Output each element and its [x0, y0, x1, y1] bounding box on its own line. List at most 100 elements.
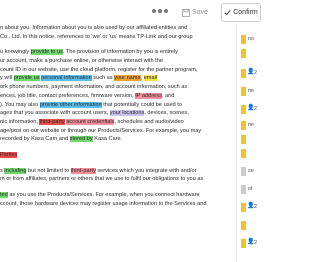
document-line: ences, job title, contact preferences, f… — [0, 92, 236, 101]
top-toolbar: Save Confirm — [0, 0, 262, 27]
document-text: y will — [0, 75, 14, 82]
annotation-marker[interactable] — [237, 220, 263, 232]
document-text: ork phone numbers, payment information, … — [0, 84, 188, 91]
document-line: ). You may also provide other informatio… — [0, 101, 236, 110]
highlighted-phrase[interactable]: account credentials — [66, 118, 115, 125]
document-line: ccount, those hardware devices may regis… — [0, 200, 236, 209]
annotation-color-swatch — [241, 149, 246, 158]
document-text: , schedules and audio/video — [114, 118, 184, 125]
document-line: m or from affiliates, partners or others… — [0, 175, 236, 184]
annotation-sidebar: no 👤 2 ne 👤 2 ne se ot 👤 2 👤 2 — [236, 24, 263, 262]
annotation-count: 2 — [254, 106, 258, 112]
document-line: ork phone numbers, payment information, … — [0, 83, 236, 92]
document-text: services which you integrate with and/or — [95, 167, 197, 174]
document-text: ). You may also — [0, 101, 40, 108]
annotation-marker[interactable] — [237, 148, 263, 160]
annotation-label: ot — [248, 186, 253, 192]
highlighted-phrase[interactable]: your locations — [109, 110, 145, 117]
document-line: ur account, make a purchase online, or o… — [0, 57, 236, 66]
highlighted-phrase[interactable]: provide to us — [30, 49, 63, 56]
document-line: y will provide us personal information s… — [0, 74, 236, 83]
highlighted-phrase[interactable]: provide other information — [39, 101, 102, 108]
annotation-color-swatch — [241, 185, 246, 194]
confirm-label: Confirm — [233, 9, 258, 16]
annotation-marker[interactable]: no — [237, 34, 263, 46]
more-dot-icon — [152, 9, 156, 13]
annotation-color-swatch — [241, 49, 246, 58]
annotation-label: se — [248, 168, 254, 174]
highlighted-phrase[interactable]: IP address — [135, 92, 162, 99]
document-text: ages that you associate with account use… — [0, 110, 110, 117]
annotation-count: 2 — [254, 70, 258, 76]
annotation-marker[interactable]: 👤 2 — [237, 238, 263, 250]
annotation-label: ne — [248, 88, 255, 94]
annotation-color-swatch — [241, 87, 246, 96]
save-button[interactable]: Save — [182, 4, 214, 21]
document-line: Parties — [0, 151, 236, 160]
annotation-color-swatch — [241, 121, 246, 130]
document-text: but not limited to — [26, 167, 71, 174]
document-text: ences, job title, contact preferences, f… — [0, 92, 136, 99]
highlighted-phrase[interactable]: third-party — [70, 167, 96, 174]
highlighted-phrase[interactable]: email — [143, 75, 158, 82]
annotation-marker[interactable]: 👤 2 — [237, 104, 263, 116]
highlighted-phrase[interactable]: stored by — [69, 136, 93, 143]
highlighted-phrase[interactable]: ted — [0, 192, 8, 198]
checkmark-icon — [224, 10, 231, 16]
save-label: Save — [192, 9, 208, 16]
document-text: ccount, those hardware devices may regis… — [0, 200, 207, 207]
highlighted-phrase[interactable]: including — [4, 167, 27, 174]
highlighted-phrase[interactable]: provide us — [13, 75, 40, 82]
document-text: age/post on our website or through our P… — [0, 127, 202, 134]
highlighted-phrase[interactable]: third-party — [39, 118, 65, 125]
annotation-count: 2 — [254, 240, 258, 246]
annotation-marker[interactable]: se — [237, 166, 263, 178]
document-line: n about you. Information about you is al… — [0, 24, 236, 33]
document-text: nic information, — [0, 118, 40, 125]
document-text: m or from affiliates, partners or others… — [0, 176, 204, 183]
document-body: n about you. Information about you is al… — [0, 24, 236, 262]
document-line: age/post on our website or through our P… — [0, 127, 236, 136]
annotation-color-swatch — [241, 35, 246, 44]
document-text: u knowingly — [0, 49, 31, 56]
annotation-marker[interactable] — [237, 48, 263, 60]
annotation-marker[interactable]: 👤 2 — [237, 68, 263, 80]
document-line: u knowingly provide to us. The provision… — [0, 48, 236, 57]
document-line: nic information, third-party account cre… — [0, 118, 236, 127]
more-dot-icon — [158, 9, 162, 13]
annotation-color-swatch — [241, 239, 246, 248]
save-icon — [182, 8, 190, 17]
annotation-marker[interactable]: ne — [237, 86, 263, 98]
document-text: , and — [161, 92, 175, 99]
confirm-button[interactable]: Confirm — [221, 3, 261, 22]
document-text: Co., Ltd. In this notice, references to … — [0, 33, 193, 40]
document-text: count ID in our website, use the cloud p… — [0, 66, 198, 73]
document-line: s including but not limited to third-par… — [0, 167, 236, 176]
document-text: . The provision of information by you is… — [62, 49, 179, 56]
document-text: n about you. Information about you is al… — [0, 25, 188, 31]
document-text: such as — [91, 75, 115, 82]
annotation-marker[interactable] — [237, 134, 263, 146]
document-line: recorded by Kasa Cam and stored by Kasa … — [0, 135, 236, 144]
document-text: Kasa Care. — [92, 136, 123, 143]
annotation-marker[interactable]: 👤 2 — [237, 202, 263, 214]
annotation-label: no — [248, 36, 255, 42]
highlighted-phrase[interactable]: personal information — [41, 75, 92, 82]
annotation-color-swatch — [241, 167, 246, 176]
annotation-marker[interactable]: ne — [237, 120, 263, 132]
document-line: ted as you use the Products/Services. Fo… — [0, 191, 236, 200]
highlighted-phrase[interactable]: your name — [114, 75, 141, 82]
more-dot-icon — [164, 9, 168, 13]
annotation-color-swatch — [241, 135, 246, 144]
document-line: ages that you associate with account use… — [0, 109, 236, 118]
annotation-count: 2 — [254, 204, 258, 210]
document-text: recorded by Kasa Cam and — [0, 136, 70, 143]
highlighted-phrase[interactable]: Parties — [0, 151, 18, 158]
document-text: as you use the Products/Services. For ex… — [7, 192, 200, 198]
document-text: ur account, make a purchase online, or o… — [0, 58, 163, 65]
document-line: count ID in our website, use the cloud p… — [0, 66, 236, 75]
annotation-marker[interactable]: ot — [237, 184, 263, 196]
document-text: that potentially could be used to — [101, 101, 182, 108]
